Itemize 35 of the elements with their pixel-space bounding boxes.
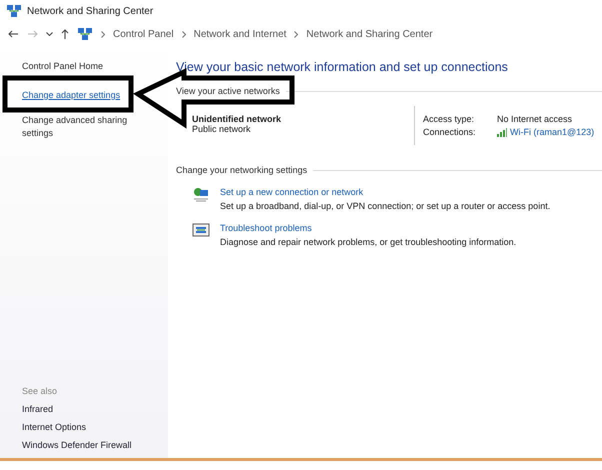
signal-bars-icon	[497, 128, 507, 136]
section-heading: View your active networks	[176, 86, 280, 96]
window-title: Network and Sharing Center	[27, 6, 154, 16]
access-type-value: No Internet access	[497, 114, 574, 124]
chevron-icon	[294, 30, 298, 38]
sidebar-link[interactable]: Change adapter settings	[22, 90, 120, 100]
sidebar-link[interactable]: Control Panel Home	[22, 60, 142, 73]
page-heading: View your basic network information and set up connections	[176, 60, 509, 74]
breadcrumb[interactable]: Control Panel	[113, 28, 174, 40]
connection-link[interactable]: Wi-Fi (raman1@123)	[510, 127, 594, 137]
network-center-icon	[6, 3, 22, 19]
section-heading: Change your networking settings	[176, 165, 308, 175]
settings-link[interactable]: Troubleshoot problems	[220, 223, 516, 233]
network-center-icon	[77, 26, 93, 42]
network-name: Unidentified network	[192, 114, 282, 124]
connections-label: Connections:	[423, 127, 477, 137]
settings-description: Set up a broadband, dial-up, or VPN connection; or set up a router or access point.	[220, 201, 550, 211]
settings-link[interactable]: Set up a new connection or network	[220, 187, 550, 197]
breadcrumb[interactable]: Network and Internet	[194, 28, 286, 40]
see-also-link[interactable]: Infrared	[22, 404, 168, 414]
dropdown-caret-icon[interactable]	[46, 32, 53, 36]
back-arrow-icon[interactable]	[8, 30, 19, 38]
breadcrumb[interactable]: Network and Sharing Center	[306, 28, 433, 40]
up-arrow-icon[interactable]	[61, 28, 69, 40]
access-type-label: Access type:	[423, 114, 476, 124]
settings-description: Diagnose and repair network problems, or get troubleshooting information.	[220, 237, 516, 247]
see-also-heading: See also	[22, 386, 58, 396]
see-also-link[interactable]: Internet Options	[22, 422, 168, 432]
sidebar-link[interactable]: Change advanced sharing settings	[22, 114, 142, 140]
see-also-link[interactable]: Windows Defender Firewall	[22, 440, 168, 450]
chevron-icon	[101, 30, 105, 38]
chevron-icon	[182, 30, 186, 38]
network-category: Public network	[192, 124, 252, 134]
network-setup-icon	[192, 187, 210, 203]
troubleshoot-icon	[192, 223, 210, 239]
